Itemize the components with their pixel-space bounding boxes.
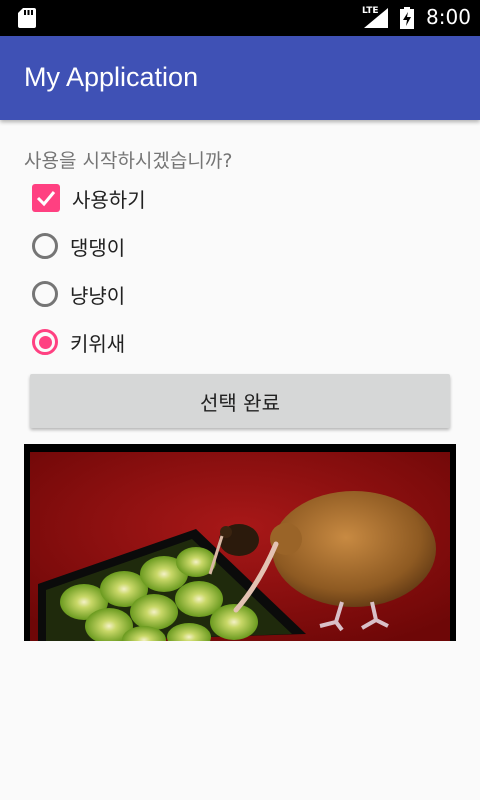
kiwi-bird-illustration [24,444,456,641]
radio-label-cat: 냥냥이 [70,283,126,308]
use-checkbox[interactable]: 사용하기 [32,180,146,216]
use-checkbox-label: 사용하기 [72,187,146,212]
radio-label-dog: 댕댕이 [70,235,126,260]
app-bar: My Application [0,36,480,120]
radio-label-kiwi: 키위새 [70,331,126,356]
checkbox-checked-icon[interactable] [32,184,60,212]
sd-card-icon [18,8,36,28]
radio-unchecked-icon[interactable] [32,233,58,259]
app-title: My Application [24,62,199,92]
radio-checked-icon[interactable] [32,329,58,355]
radio-option-dog[interactable]: 댕댕이 [32,228,125,264]
select-done-button[interactable]: 선택 완료 [30,374,450,428]
signal-strength-icon [364,8,388,28]
radio-option-kiwi[interactable]: 키위새 [32,324,125,360]
battery-charging-icon [400,7,414,29]
radio-unchecked-icon[interactable] [32,281,58,307]
status-clock: 8:00 [426,5,471,29]
status-bar: LTE 8:00 [0,0,480,36]
checkmark-icon [36,191,56,207]
kiwi-bird-photo [24,444,456,641]
radio-option-cat[interactable]: 냥냥이 [32,276,125,312]
question-label: 사용을 시작하시겠습니까? [24,150,233,172]
